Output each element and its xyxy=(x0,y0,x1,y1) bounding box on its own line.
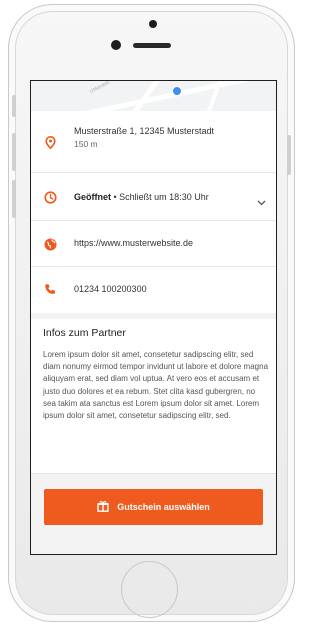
app-screen: Uhlandstr. Musterstraße 1, 12345 Musters… xyxy=(30,80,277,555)
partner-info-text: Lorem ipsum dolor sit amet, consetetur s… xyxy=(43,350,269,421)
proximity-sensor xyxy=(149,20,157,28)
select-voucher-button[interactable]: Gutschein auswählen xyxy=(44,489,263,525)
address-distance: 150 m xyxy=(74,139,98,149)
map-view[interactable]: Uhlandstr. xyxy=(31,81,276,111)
power-button xyxy=(287,135,291,175)
address-street: Musterstraße 1, 12345 Musterstadt xyxy=(74,126,215,136)
hours-status: Geöffnet xyxy=(74,192,111,202)
mute-switch xyxy=(12,95,16,117)
action-footer: Gutschein auswählen xyxy=(31,473,276,554)
clock-icon xyxy=(43,190,57,204)
partner-info-title: Infos zum Partner xyxy=(43,327,126,339)
select-voucher-label: Gutschein auswählen xyxy=(117,502,210,512)
hours-detail: • Schließt um 18:30 Uhr xyxy=(113,192,209,202)
opening-hours-row[interactable]: Geöffnet • Schließt um 18:30 Uhr xyxy=(31,173,276,221)
home-button[interactable] xyxy=(121,561,178,618)
address-row[interactable]: Musterstraße 1, 12345 Musterstadt 150 m xyxy=(31,111,276,173)
phone-row[interactable]: 01234 100200300 xyxy=(31,267,276,313)
website-row[interactable]: https://www.musterwebsite.de xyxy=(31,221,276,267)
front-camera xyxy=(111,40,121,50)
volume-down-button xyxy=(12,180,16,218)
partner-info-section: Infos zum Partner Lorem ipsum dolor sit … xyxy=(31,313,276,484)
phone-icon xyxy=(43,282,57,296)
website-url[interactable]: https://www.musterwebsite.de xyxy=(74,238,193,248)
earpiece-speaker xyxy=(133,43,171,48)
chevron-down-icon[interactable] xyxy=(257,193,266,211)
location-marker xyxy=(172,86,182,96)
location-pin-icon xyxy=(43,135,57,149)
map-street-label: Uhlandstr. xyxy=(88,81,112,95)
globe-icon xyxy=(43,237,57,251)
gift-icon xyxy=(97,500,109,514)
phone-number[interactable]: 01234 100200300 xyxy=(74,284,147,294)
volume-up-button xyxy=(12,133,16,171)
